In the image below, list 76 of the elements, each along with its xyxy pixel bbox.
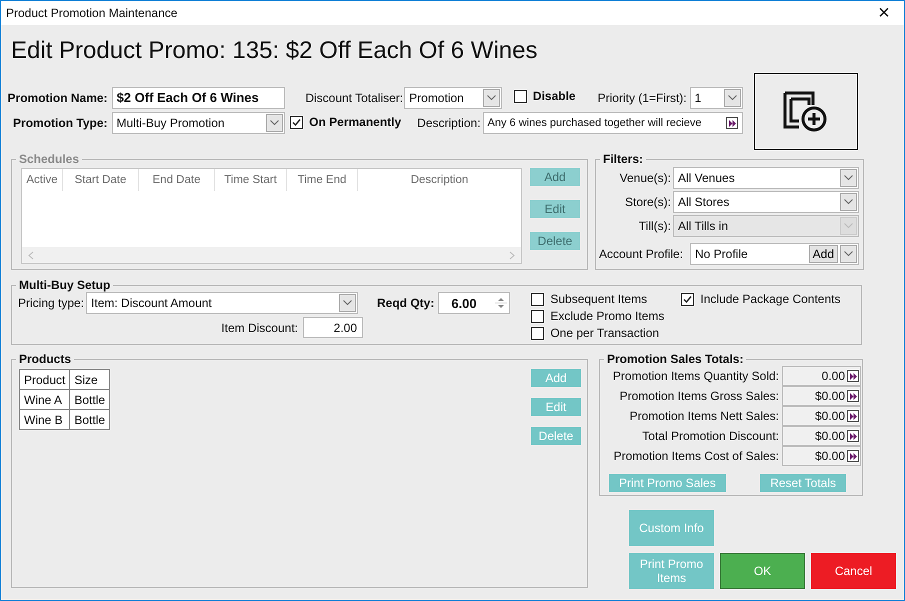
field-label: Reqd Qty: xyxy=(377,296,434,310)
checkbox-label: On Permanently xyxy=(309,115,402,130)
add-image-icon xyxy=(783,90,829,132)
field-label: Promotion Items Nett Sales: xyxy=(630,409,779,423)
double-arrow-icon xyxy=(848,452,858,460)
group-title: Products xyxy=(18,352,72,366)
filter-select[interactable]: All Venues xyxy=(673,167,859,189)
group-title: Promotion Sales Totals: xyxy=(606,352,744,366)
description-field[interactable]: Any 6 wines purchased together will recieve xyxy=(482,112,743,134)
window-title: Product Promotion Maintenance xyxy=(6,6,178,20)
field-label: Promotion Type: xyxy=(12,116,108,130)
table-cell: Wine A xyxy=(20,390,70,410)
checkbox-label: Subsequent Items xyxy=(550,292,648,306)
field-label: Description: xyxy=(417,116,481,130)
checkbox-label: One per Transaction xyxy=(550,326,660,340)
column-header[interactable]: Size xyxy=(70,370,110,390)
image-button[interactable] xyxy=(754,73,858,150)
checkbox[interactable] xyxy=(514,90,527,103)
add-button[interactable]: Add xyxy=(808,245,838,263)
field-label: Account Profile: xyxy=(599,247,684,261)
group-title: Filters: xyxy=(602,152,644,166)
double-arrow-icon xyxy=(848,432,858,440)
more-button[interactable] xyxy=(726,117,738,129)
double-arrow-icon xyxy=(848,392,858,400)
checkbox[interactable] xyxy=(531,310,544,322)
checkbox[interactable] xyxy=(681,292,694,306)
field-label: Promotion Name: xyxy=(6,90,108,104)
double-arrow-icon xyxy=(728,118,736,128)
more-button[interactable] xyxy=(847,410,859,422)
table-cell: Bottle xyxy=(70,390,110,410)
checkbox[interactable] xyxy=(531,326,544,340)
total-field: 0.00 xyxy=(782,366,861,386)
more-button[interactable] xyxy=(847,390,859,402)
checkbox-label: Exclude Promo Items xyxy=(550,309,664,323)
column-header[interactable]: Product xyxy=(20,370,70,390)
priority-select[interactable]: 1 xyxy=(690,86,743,108)
field-label: Pricing type: xyxy=(18,296,84,310)
promotion-type-select[interactable]: Multi-Buy Promotion xyxy=(112,112,286,134)
checkbox[interactable] xyxy=(531,292,544,306)
field-label: Priority (1=First): xyxy=(598,90,687,104)
field-label: Venue(s): xyxy=(618,171,671,185)
action-button[interactable]: Cancel xyxy=(811,553,896,589)
filter-select[interactable]: All Stores xyxy=(673,191,859,213)
action-button[interactable]: OK xyxy=(720,553,805,589)
more-button[interactable] xyxy=(847,450,859,462)
field-label: Item Discount: xyxy=(221,320,298,334)
group-title: Multi-Buy Setup xyxy=(18,278,112,292)
field-label: Till(s): xyxy=(638,219,671,233)
field-label: Total Promotion Discount: xyxy=(642,429,779,443)
table-cell: Bottle xyxy=(70,410,110,430)
checkbox[interactable] xyxy=(290,116,304,129)
total-field: $0.00 xyxy=(782,426,861,446)
account-profile-select[interactable]: No Profile Add xyxy=(690,243,859,265)
field-label: Promotion Items Cost of Sales: xyxy=(614,449,779,463)
field-label: Promotion Items Gross Sales: xyxy=(620,389,779,403)
total-field: $0.00 xyxy=(782,446,861,466)
promotion-name-field[interactable]: $2 Off Each Of 6 Wines xyxy=(112,86,286,108)
item-discount-field[interactable]: 2.00 xyxy=(303,317,363,338)
total-field: $0.00 xyxy=(782,386,861,406)
page-heading: Edit Product Promo: 135: $2 Off Each Of 6 Wines xyxy=(11,36,538,66)
more-button[interactable] xyxy=(847,370,859,382)
discount-totaliser-select[interactable]: Promotion xyxy=(404,86,502,108)
field-label: Discount Totaliser: xyxy=(305,90,404,104)
field-label: Promotion Items Quantity Sold: xyxy=(612,369,779,383)
pricing-type-select[interactable]: Item: Discount Amount xyxy=(86,292,358,314)
close-button[interactable]: × xyxy=(864,1,904,25)
field-label: Store(s): xyxy=(624,195,671,209)
more-button[interactable] xyxy=(847,430,859,442)
checkbox-label: Disable xyxy=(532,89,576,104)
checkbox-label: Include Package Contents xyxy=(700,292,840,306)
table-cell: Wine B xyxy=(20,410,70,430)
total-field: $0.00 xyxy=(782,406,861,426)
double-arrow-icon xyxy=(848,372,858,380)
group-title: Schedules xyxy=(18,152,80,166)
double-arrow-icon xyxy=(848,412,858,420)
reqd-qty-spinner[interactable]: 6.00 xyxy=(438,292,510,314)
